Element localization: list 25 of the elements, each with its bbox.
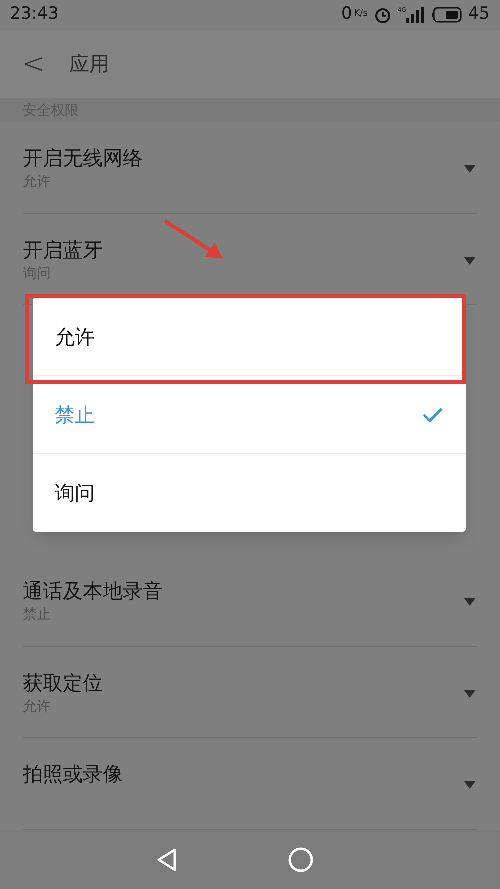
setting-title: 拍照或录像 <box>23 761 123 788</box>
dropdown-icon[interactable] <box>464 256 476 265</box>
alarm-icon <box>374 6 392 24</box>
setting-title: 获取定位 <box>23 670 103 697</box>
home-nav-icon[interactable] <box>288 846 314 872</box>
dialog-option[interactable]: 允许 <box>55 322 95 352</box>
net-speed: 0 <box>341 3 352 26</box>
battery-icon <box>432 7 462 23</box>
battery-level: 45 <box>468 3 490 26</box>
arrow-icon <box>163 219 225 261</box>
signal-icon <box>406 7 426 23</box>
back-button[interactable]: < <box>22 50 46 78</box>
dialog-option[interactable]: 询问 <box>55 478 95 508</box>
dropdown-icon[interactable] <box>464 165 476 173</box>
dropdown-icon[interactable] <box>464 598 476 606</box>
clock: 23:43 <box>10 3 59 26</box>
setting-title: 通话及本地录音 <box>23 578 163 606</box>
page-title: 应用 <box>69 51 110 78</box>
back-nav-icon[interactable] <box>156 848 178 872</box>
dropdown-icon[interactable] <box>464 781 476 790</box>
net-speed-unit: K/s <box>354 8 368 22</box>
dropdown-icon[interactable] <box>464 690 476 698</box>
setting-title: 开启无线网络 <box>23 145 143 172</box>
setting-title: 开启蓝牙 <box>23 236 103 264</box>
check-icon <box>422 406 444 422</box>
